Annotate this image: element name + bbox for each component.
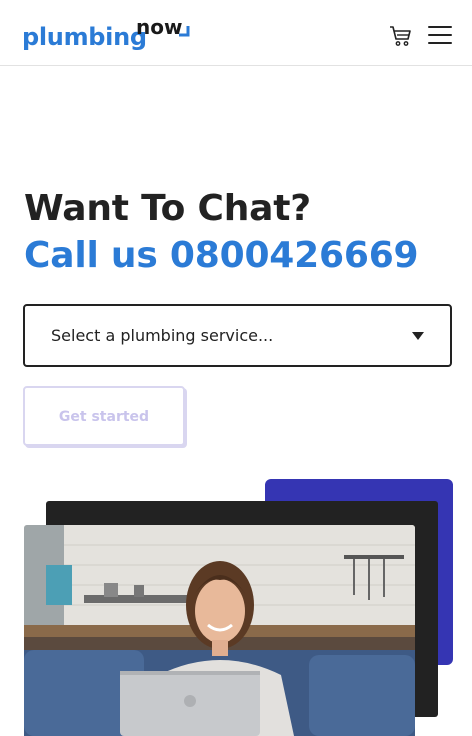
- chat-heading: Want To Chat?: [24, 188, 311, 229]
- site-header: plumbing now: [0, 0, 472, 66]
- hero-photo: [24, 525, 415, 736]
- menu-line: [428, 34, 452, 36]
- plumbingnow-logo[interactable]: plumbing now: [22, 14, 197, 54]
- logo-bracket-icon: [179, 26, 190, 37]
- logo-text: plumbing: [22, 23, 147, 51]
- menu-line: [428, 42, 452, 44]
- get-started-button[interactable]: Get started: [23, 386, 185, 446]
- woman-with-laptop-image: [24, 525, 415, 736]
- plumbing-service-select[interactable]: Select a plumbing service...: [23, 304, 452, 367]
- phone-heading[interactable]: Call us 0800426669: [24, 235, 419, 276]
- hamburger-menu-icon[interactable]: [428, 26, 452, 46]
- shopping-cart-icon[interactable]: [389, 24, 413, 48]
- menu-line: [428, 26, 452, 28]
- select-value: Select a plumbing service...: [51, 326, 274, 345]
- dropdown-arrow-icon: [412, 332, 424, 340]
- logo-accent-text: now: [136, 15, 183, 39]
